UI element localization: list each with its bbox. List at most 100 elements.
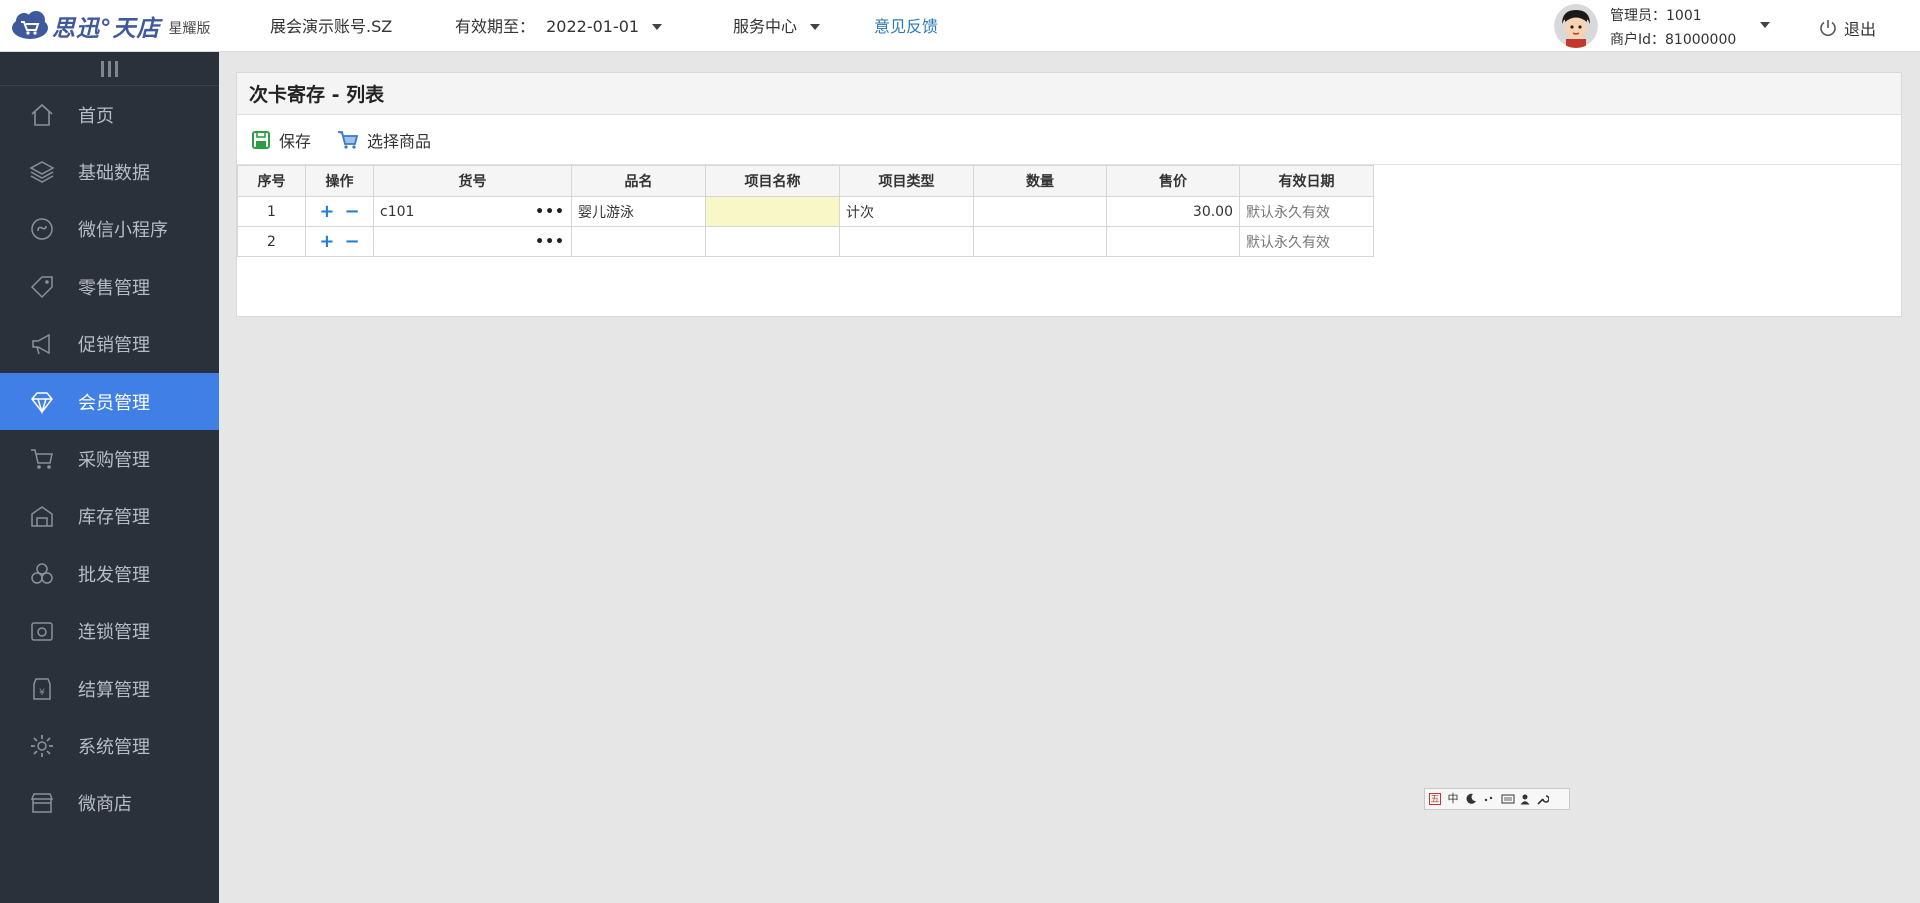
layers-icon bbox=[28, 158, 56, 186]
quantity-cell[interactable] bbox=[973, 226, 1107, 257]
sidebar-item-retail[interactable]: 零售管理 bbox=[0, 258, 219, 315]
item-name-cell[interactable] bbox=[705, 226, 840, 257]
sidebar-item-micro-shop[interactable]: 微商店 bbox=[0, 775, 219, 832]
sidebar-item-label: 首页 bbox=[78, 105, 114, 127]
tag-icon bbox=[28, 273, 56, 301]
user-icon[interactable] bbox=[1519, 793, 1531, 805]
sidebar-item-label: 零售管理 bbox=[78, 277, 150, 299]
megaphone-icon bbox=[28, 330, 56, 358]
save-label: 保存 bbox=[279, 131, 312, 151]
sidebar-item-wholesale[interactable]: 批发管理 bbox=[0, 545, 219, 602]
service-center-menu[interactable]: 服务中心 bbox=[733, 16, 821, 38]
row-operations: + − bbox=[305, 196, 374, 227]
column-header[interactable]: 售价 bbox=[1106, 165, 1240, 197]
table-header-row: 序号 操作 货号 品名 项目名称 项目类型 数量 售价 有效日期 bbox=[237, 165, 1374, 197]
account-name: 展会演示账号.SZ bbox=[270, 17, 393, 36]
service-center-label: 服务中心 bbox=[733, 17, 798, 36]
wubi-icon[interactable]: 五 bbox=[1429, 793, 1441, 805]
cart-icon bbox=[28, 445, 56, 473]
admin-id: 管理员：1001 bbox=[1610, 8, 1702, 24]
price-cell[interactable] bbox=[1106, 226, 1240, 257]
quantity-cell[interactable] bbox=[973, 196, 1107, 227]
more-icon[interactable]: ••• bbox=[535, 204, 565, 220]
goods-code-cell[interactable]: ••• bbox=[373, 226, 572, 257]
main-panel: 次卡寄存 - 列表 保存 选择商品 序号 操作 货号 品名 项目名称 项目类型 … bbox=[236, 72, 1902, 317]
sidebar-item-member[interactable]: 会员管理 bbox=[0, 372, 219, 431]
chain-store-icon bbox=[28, 617, 56, 645]
logout-button[interactable]: 退出 bbox=[1818, 16, 1876, 40]
power-icon bbox=[1820, 20, 1836, 36]
wrench-icon[interactable] bbox=[1537, 793, 1550, 805]
boxes-icon bbox=[28, 560, 56, 588]
sidebar: 首页 基础数据 微信小程序 零售管理 促销管理 会员管理 采购管理 库存管理 批… bbox=[0, 52, 219, 903]
cloud-cart-logo-icon bbox=[10, 11, 50, 41]
add-row-icon[interactable]: + bbox=[319, 202, 334, 221]
select-goods-button[interactable]: 选择商品 bbox=[337, 128, 431, 152]
punctuation-icon[interactable] bbox=[1483, 793, 1495, 805]
column-header[interactable]: 数量 bbox=[973, 165, 1107, 197]
save-button[interactable]: 保存 bbox=[251, 128, 311, 152]
sidebar-item-system[interactable]: 系统管理 bbox=[0, 717, 219, 774]
sidebar-item-wechat-mini-program[interactable]: 微信小程序 bbox=[0, 201, 219, 258]
table-row: 2 + − ••• 默认永久有效 bbox=[237, 226, 1374, 257]
keyboard-icon[interactable] bbox=[1501, 793, 1515, 805]
goods-name-cell[interactable]: 婴儿游泳 bbox=[571, 196, 706, 227]
deposit-table: 序号 操作 货号 品名 项目名称 项目类型 数量 售价 有效日期 1 + − c… bbox=[237, 165, 1374, 257]
column-header[interactable]: 操作 bbox=[305, 165, 374, 197]
user-menu-chevron-down-icon[interactable] bbox=[1760, 22, 1770, 28]
brand-logo[interactable]: 思迅°天店 星耀版 bbox=[10, 10, 211, 42]
gear-icon bbox=[28, 732, 56, 760]
remove-row-icon[interactable]: − bbox=[345, 232, 360, 251]
row-index: 2 bbox=[237, 226, 306, 257]
brand-name: 思迅°天店 bbox=[52, 15, 161, 42]
sidebar-item-settlement[interactable]: ¥ 结算管理 bbox=[0, 660, 219, 717]
warehouse-icon bbox=[28, 502, 56, 530]
table-row: 1 + − c101 ••• 婴儿游泳 计次 30.00 默认永久有效 bbox=[237, 196, 1374, 227]
sidebar-item-label: 会员管理 bbox=[78, 392, 150, 414]
sidebar-item-inventory[interactable]: 库存管理 bbox=[0, 488, 219, 545]
home-icon bbox=[28, 101, 56, 129]
goods-code[interactable]: c101 bbox=[380, 204, 414, 220]
sidebar-item-label: 采购管理 bbox=[78, 450, 150, 472]
column-header[interactable]: 有效日期 bbox=[1239, 165, 1374, 197]
sidebar-item-label: 系统管理 bbox=[78, 736, 150, 758]
column-header[interactable]: 项目名称 bbox=[705, 165, 840, 197]
half-width-moon-icon[interactable] bbox=[1465, 793, 1477, 805]
chevron-down-icon bbox=[810, 23, 821, 30]
diamond-icon bbox=[28, 388, 56, 416]
sidebar-item-promotion[interactable]: 促销管理 bbox=[0, 316, 219, 373]
valid-date-cell[interactable]: 默认永久有效 bbox=[1239, 226, 1374, 257]
sidebar-item-base-data[interactable]: 基础数据 bbox=[0, 143, 219, 200]
add-row-icon[interactable]: + bbox=[319, 232, 334, 251]
sidebar-item-purchase[interactable]: 采购管理 bbox=[0, 430, 219, 487]
sidebar-collapse-toggle[interactable] bbox=[0, 52, 219, 86]
more-icon[interactable]: ••• bbox=[535, 234, 565, 250]
select-goods-label: 选择商品 bbox=[367, 131, 432, 151]
column-header[interactable]: 序号 bbox=[237, 165, 306, 197]
column-header[interactable]: 项目类型 bbox=[839, 165, 974, 197]
column-header[interactable]: 品名 bbox=[571, 165, 706, 197]
valid-date-cell[interactable]: 默认永久有效 bbox=[1239, 196, 1374, 227]
feedback-link[interactable]: 意见反馈 bbox=[874, 16, 938, 38]
chinese-mode-icon[interactable]: 中 bbox=[1447, 793, 1459, 805]
goods-name-cell[interactable] bbox=[571, 226, 706, 257]
item-type-cell[interactable] bbox=[839, 226, 974, 257]
sidebar-item-label: 基础数据 bbox=[78, 163, 150, 185]
mini-program-icon bbox=[28, 215, 56, 243]
price-cell[interactable]: 30.00 bbox=[1106, 196, 1240, 227]
item-name-cell[interactable] bbox=[705, 196, 840, 227]
expiry-dropdown[interactable]: 有效期至： 2022-01-01 bbox=[455, 16, 663, 38]
avatar[interactable] bbox=[1554, 4, 1598, 48]
sidebar-item-home[interactable]: 首页 bbox=[0, 86, 219, 143]
cart-icon bbox=[338, 130, 359, 149]
ime-toolbar[interactable]: 五 中 bbox=[1424, 788, 1570, 810]
sidebar-item-chain[interactable]: 连锁管理 bbox=[0, 603, 219, 660]
sidebar-item-label: 促销管理 bbox=[78, 335, 150, 357]
remove-row-icon[interactable]: − bbox=[345, 202, 360, 221]
shop-icon bbox=[28, 789, 56, 817]
column-header[interactable]: 货号 bbox=[373, 165, 572, 197]
sidebar-item-label: 库存管理 bbox=[78, 507, 150, 529]
goods-code-cell[interactable]: c101 ••• bbox=[373, 196, 572, 227]
settlement-icon: ¥ bbox=[28, 675, 56, 703]
item-type-cell[interactable]: 计次 bbox=[839, 196, 974, 227]
